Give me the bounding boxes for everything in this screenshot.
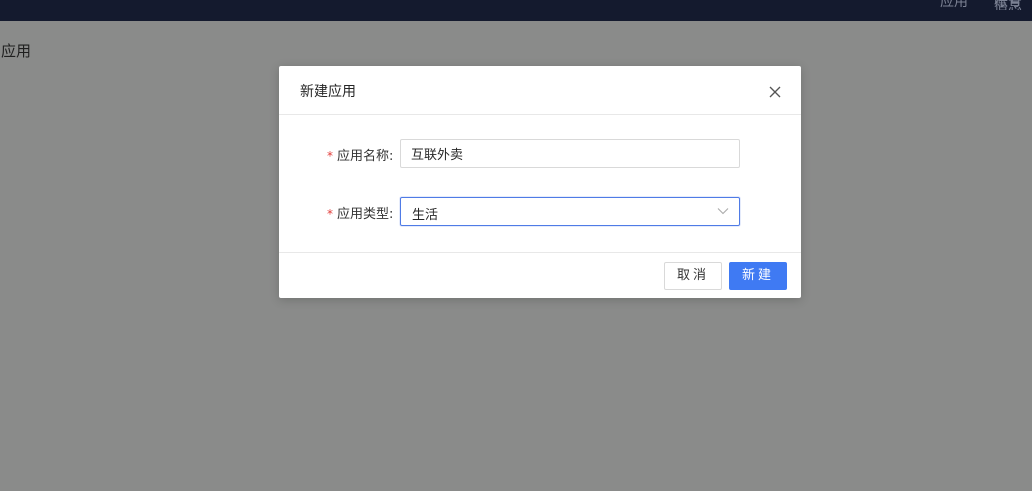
nav-item-apps[interactable]: 应用 bbox=[940, 0, 968, 10]
required-mark: * bbox=[327, 149, 333, 163]
app-type-select[interactable]: 生活 bbox=[400, 197, 740, 226]
form-row-app-name: * 应用名称: bbox=[279, 139, 801, 169]
app-type-label: * 应用类型: bbox=[327, 203, 397, 222]
form-row-app-type: * 应用类型: 生活 bbox=[279, 197, 801, 227]
new-app-dialog: 新建应用 * 应用名称: * 应用类型: 生活 取消 新建 bbox=[279, 66, 801, 298]
dialog-footer: 取消 新建 bbox=[279, 252, 801, 298]
dialog-header: 新建应用 bbox=[279, 66, 801, 115]
nav-item-account[interactable]: 账号信息 bbox=[994, 0, 1032, 10]
app-name-label-text: 应用名称: bbox=[337, 149, 394, 164]
page-title: 的应用 bbox=[0, 42, 32, 60]
close-button[interactable] bbox=[765, 82, 785, 102]
app-name-label: * 应用名称: bbox=[327, 145, 397, 164]
app-name-input[interactable] bbox=[400, 139, 740, 168]
close-icon bbox=[769, 86, 781, 98]
dialog-title: 新建应用 bbox=[300, 84, 356, 100]
chevron-down-icon bbox=[717, 208, 729, 215]
app-type-selected-value: 生活 bbox=[412, 208, 439, 223]
top-navbar: 应用 账号信息 bbox=[0, 0, 1032, 21]
create-button[interactable]: 新建 bbox=[729, 262, 787, 290]
required-mark: * bbox=[327, 207, 333, 221]
app-type-label-text: 应用类型: bbox=[337, 207, 394, 222]
cancel-button[interactable]: 取消 bbox=[664, 262, 722, 290]
